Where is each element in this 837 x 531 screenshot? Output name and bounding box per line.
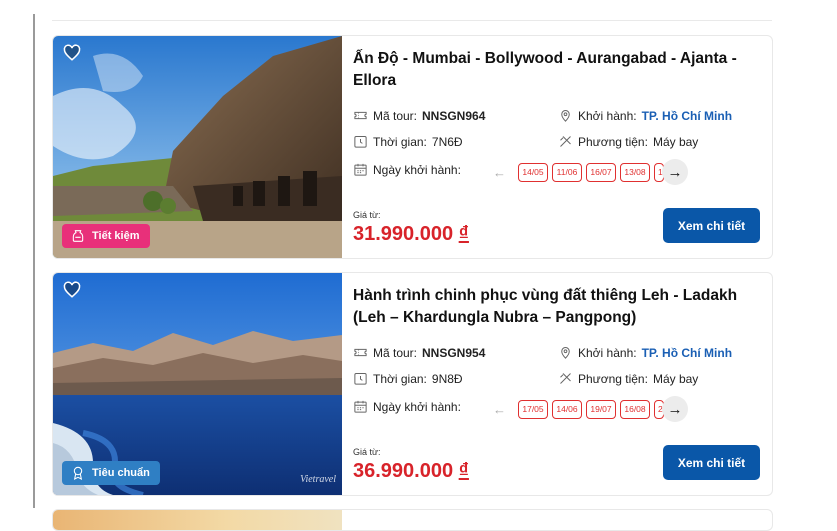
date-chip[interactable]: 16/07: [586, 162, 616, 182]
arrow-right-icon[interactable]: →: [662, 396, 688, 422]
arrow-left-icon[interactable]: ←: [493, 402, 506, 417]
date-picker: ← 17/05 14/06 19/07 16/08 2 →: [483, 396, 688, 422]
ticket-icon: [354, 348, 367, 357]
transport-icon: [560, 136, 571, 147]
transport-icon: [560, 373, 571, 384]
arrow-right-icon[interactable]: →: [662, 159, 688, 185]
tour-card: Tiêu chuẩn Vietravel Hành trình chinh ph…: [52, 272, 773, 496]
dates-label: Ngày khởi hành:: [373, 399, 461, 414]
badge-label: Tiết kiệm: [92, 230, 140, 242]
date-chip[interactable]: 13/08: [620, 162, 650, 182]
arrow-left-icon[interactable]: ←: [493, 165, 506, 180]
location-pin-icon: [561, 110, 570, 122]
tour-code-label: Mã tour:: [373, 108, 418, 123]
depart-row: Khởi hành: TP. Hồ Chí Minh: [558, 345, 732, 360]
date-chip[interactable]: 11/06: [552, 162, 582, 182]
list-top-divider: [52, 20, 772, 21]
award-icon: [73, 466, 83, 480]
tour-code-row: Mã tour: NNSGN964: [353, 108, 485, 123]
duration-row: Thời gian: 7N6Đ: [353, 134, 463, 149]
badge-standard: Tiêu chuẩn: [62, 461, 160, 485]
duration-value: 9N8Đ: [431, 371, 463, 386]
clock-icon: [354, 136, 367, 148]
tour-card: Tiết kiệm Ấn Độ - Mumbai - Bollywood - A…: [52, 35, 773, 259]
dates-row: Ngày khởi hành:: [353, 162, 461, 177]
transport-label: Phương tiện:: [578, 371, 648, 386]
depart-label: Khởi hành:: [578, 345, 637, 360]
date-chip[interactable]: 16/08: [620, 399, 650, 419]
view-details-button[interactable]: Xem chi tiết: [663, 208, 760, 243]
duration-label: Thời gian:: [373, 371, 427, 386]
date-chip[interactable]: 19/07: [586, 399, 616, 419]
tour-code-value: NNSGN954: [422, 345, 486, 360]
tour-code-label: Mã tour:: [373, 345, 418, 360]
depart-city: TP. Hồ Chí Minh: [641, 108, 733, 123]
duration-label: Thời gian:: [373, 134, 427, 149]
depart-label: Khởi hành:: [578, 108, 637, 123]
location-pin-icon: [561, 347, 570, 359]
transport-label: Phương tiện:: [578, 134, 648, 149]
transport-value: Máy bay: [652, 134, 699, 149]
clock-icon: [354, 373, 367, 385]
price-label: Giá từ:: [353, 447, 381, 457]
dates-row: Ngày khởi hành:: [353, 399, 461, 414]
heart-icon[interactable]: [63, 281, 81, 299]
transport-row: Phương tiện: Máy bay: [558, 134, 698, 149]
piggy-bank-icon: [72, 230, 84, 242]
tour-thumbnail[interactable]: Tiết kiệm: [53, 36, 342, 258]
tour-card-partial[interactable]: [52, 509, 773, 531]
tour-title[interactable]: Hành trình chinh phục vùng đất thiêng Le…: [353, 285, 763, 329]
watermark-logo: Vietravel: [300, 474, 336, 485]
tour-price: 36.990.000 ₫: [353, 460, 469, 482]
date-picker: ← 14/05 11/06 16/07 13/08 1 →: [483, 159, 688, 185]
tour-price: 31.990.000 ₫: [353, 223, 469, 245]
duration-row: Thời gian: 9N8Đ: [353, 371, 463, 386]
transport-value: Máy bay: [652, 371, 699, 386]
badge-label: Tiêu chuẩn: [92, 467, 150, 479]
date-chip[interactable]: 17/05: [518, 399, 548, 419]
date-chip[interactable]: 14/06: [552, 399, 582, 419]
duration-value: 7N6Đ: [431, 134, 463, 149]
ticket-icon: [354, 111, 367, 120]
heart-icon[interactable]: [63, 44, 81, 62]
tour-thumbnail[interactable]: Tiêu chuẩn Vietravel: [53, 273, 342, 495]
dates-label: Ngày khởi hành:: [373, 162, 461, 177]
calendar-icon: [354, 400, 367, 413]
tour-title[interactable]: Ấn Độ - Mumbai - Bollywood - Aurangabad …: [353, 48, 763, 92]
scroll-divider: [33, 14, 35, 508]
badge-saving: Tiết kiệm: [62, 224, 150, 248]
price-label: Giá từ:: [353, 210, 381, 220]
transport-row: Phương tiện: Máy bay: [558, 371, 698, 386]
depart-row: Khởi hành: TP. Hồ Chí Minh: [558, 108, 732, 123]
tour-thumbnail: [53, 510, 342, 530]
view-details-button[interactable]: Xem chi tiết: [663, 445, 760, 480]
tour-code-value: NNSGN964: [422, 108, 486, 123]
tour-code-row: Mã tour: NNSGN954: [353, 345, 485, 360]
calendar-icon: [354, 163, 367, 176]
date-chip[interactable]: 14/05: [518, 162, 548, 182]
depart-city: TP. Hồ Chí Minh: [641, 345, 733, 360]
